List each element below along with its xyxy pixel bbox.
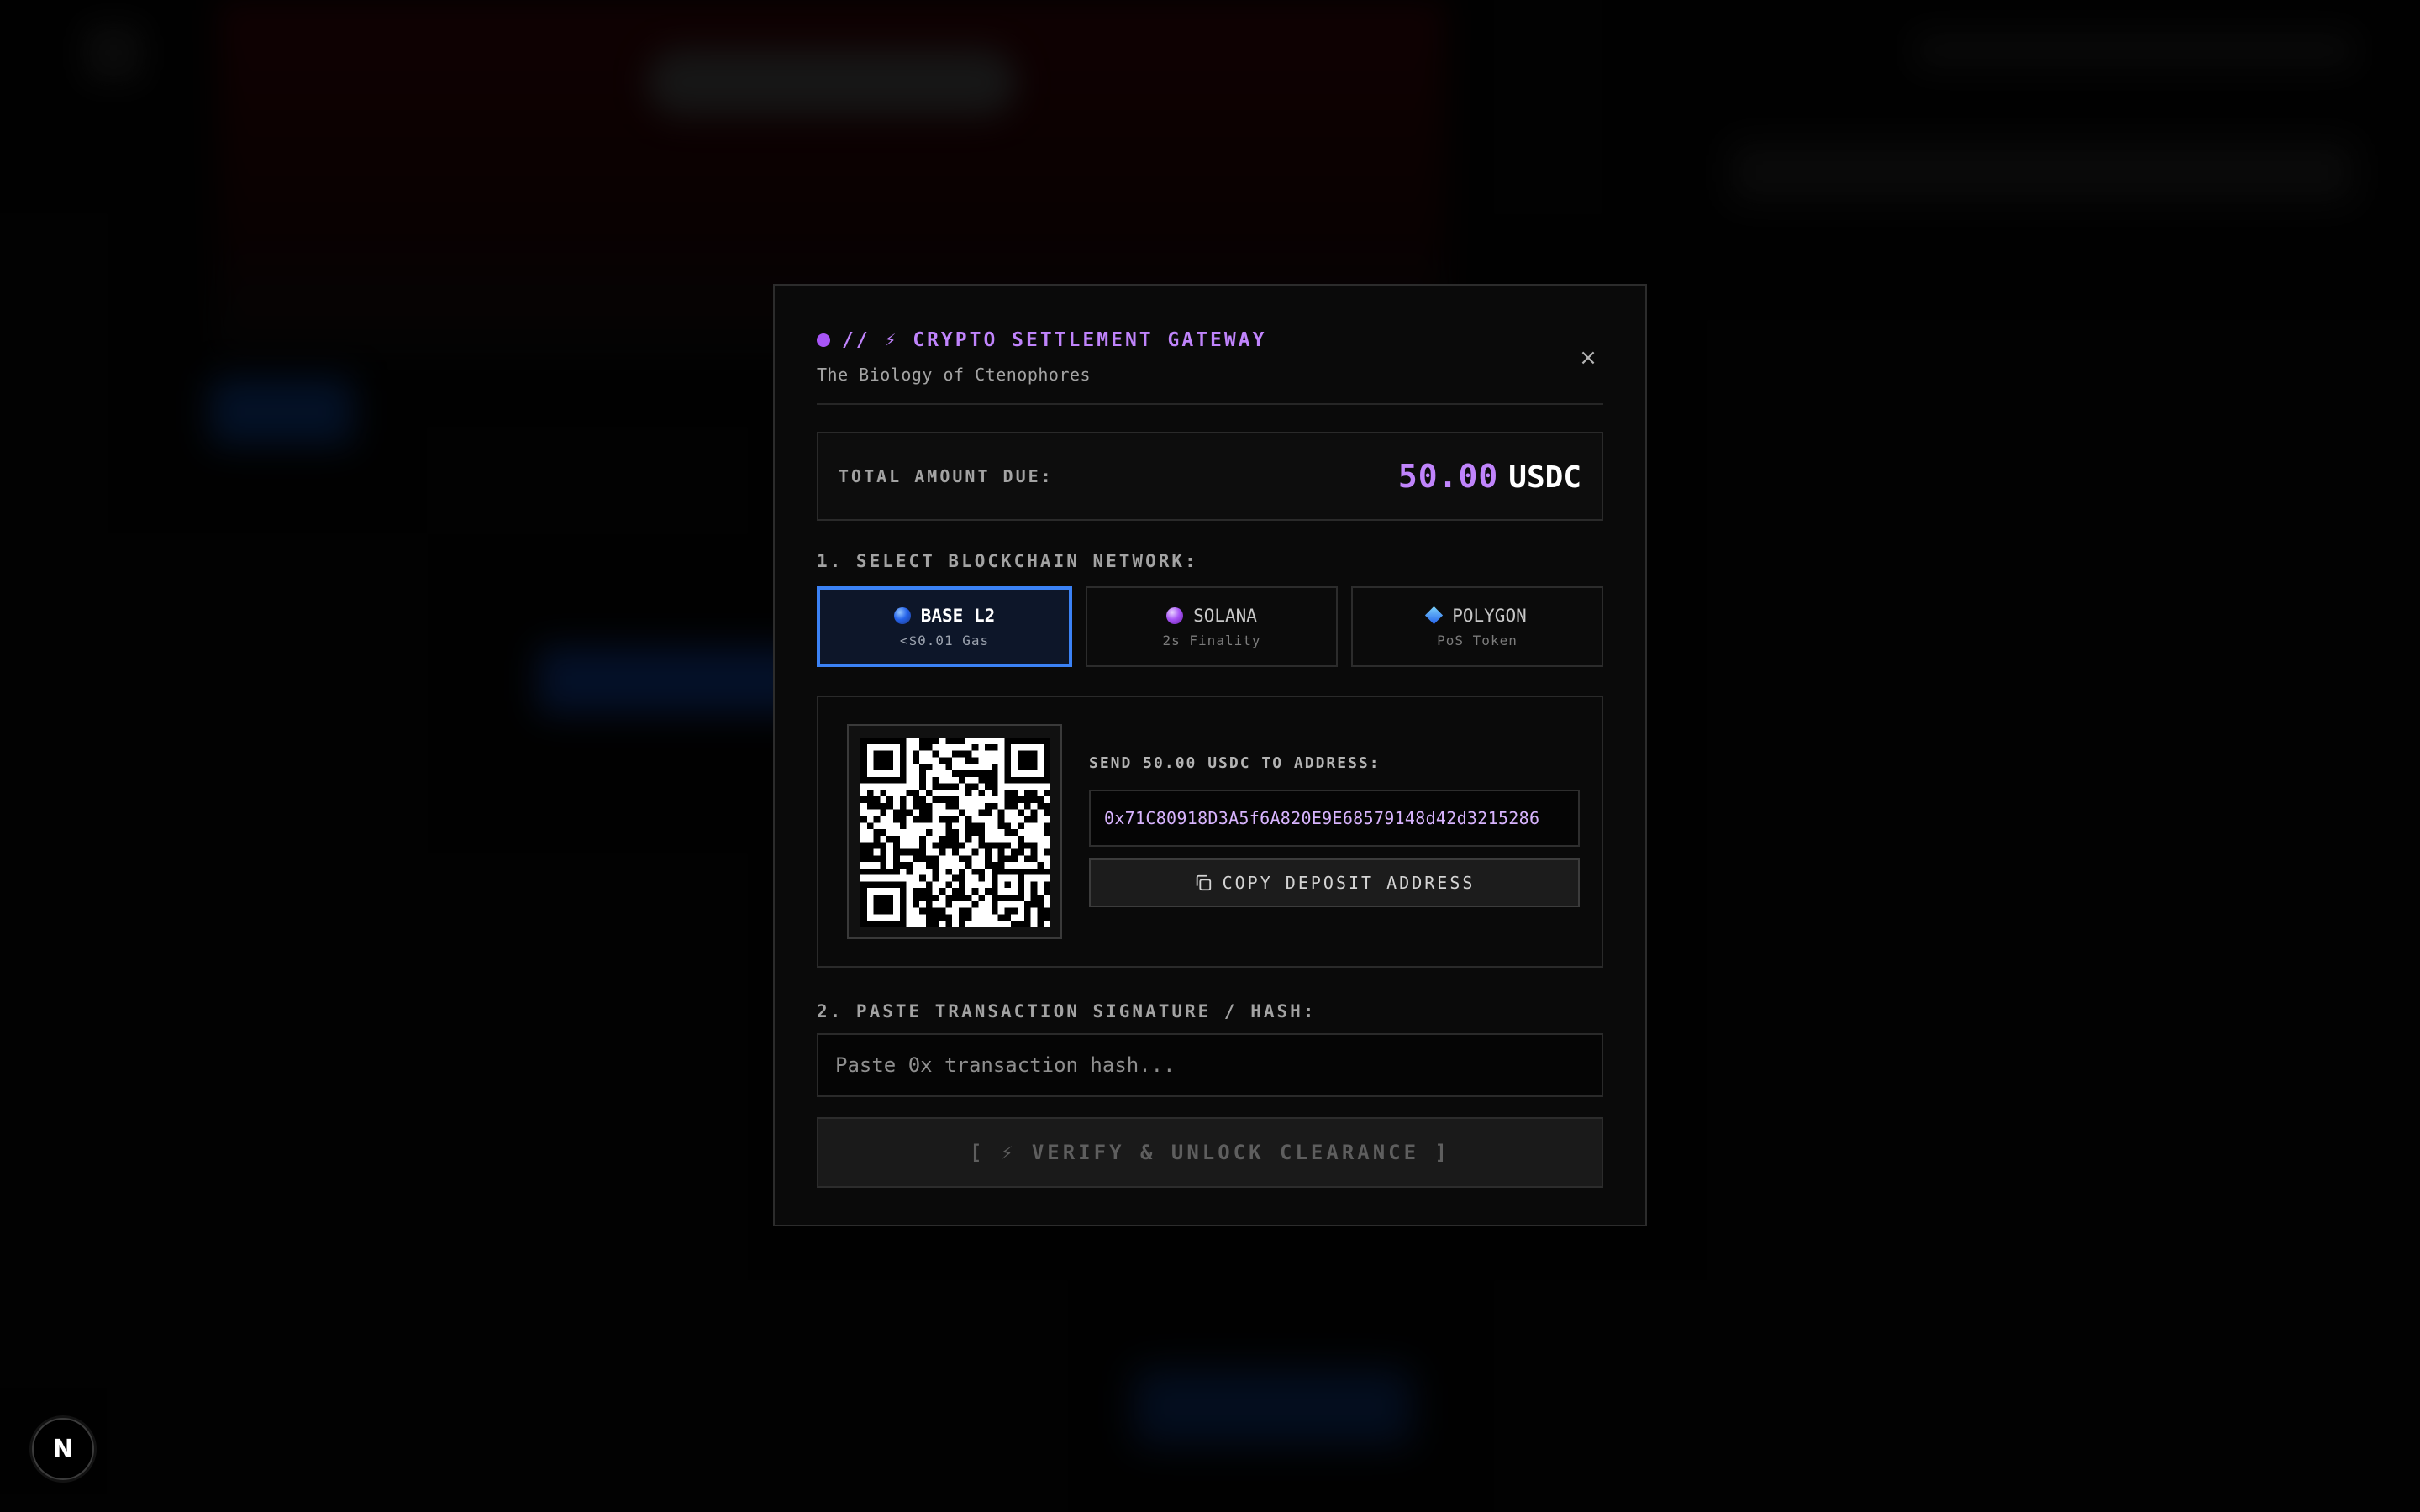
network-detail: <$0.01 Gas	[899, 632, 990, 648]
verify-unlock-label: [ ⚡ VERIFY & UNLOCK CLEARANCE ]	[970, 1141, 1450, 1164]
qr-code-frame	[847, 724, 1062, 939]
hash-section-label: 2. PASTE TRANSACTION SIGNATURE / HASH:	[817, 1001, 1317, 1021]
nextjs-logo-icon: N	[52, 1434, 74, 1464]
network-option-base[interactable]: BASE L2 <$0.01 Gas	[817, 586, 1072, 667]
network-detail: 2s Finality	[1162, 632, 1261, 648]
deposit-panel: SEND 50.00 USDC TO ADDRESS: 0x71C80918D3…	[817, 696, 1603, 968]
crypto-payment-modal: // ⚡ CRYPTO SETTLEMENT GATEWAY The Biolo…	[773, 284, 1647, 1226]
status-dot-icon	[817, 333, 830, 347]
close-button[interactable]: ×	[1573, 343, 1603, 373]
transaction-hash-input[interactable]	[817, 1033, 1603, 1097]
header-divider	[817, 403, 1603, 405]
total-amount-panel: TOTAL AMOUNT DUE: 50.00 USDC	[817, 432, 1603, 521]
modal-subtitle: The Biology of Ctenophores	[817, 365, 1092, 385]
purple-orb-icon	[1166, 606, 1184, 624]
qr-code-icon	[860, 738, 1050, 927]
total-amount-label: TOTAL AMOUNT DUE:	[839, 466, 1054, 486]
deposit-address-field[interactable]: 0x71C80918D3A5f6A820E9E68579148d42d32152…	[1089, 790, 1580, 847]
blue-diamond-icon	[1425, 606, 1444, 625]
network-detail: PoS Token	[1437, 632, 1518, 648]
close-icon: ×	[1579, 345, 1597, 370]
blue-orb-icon	[893, 606, 911, 624]
amount-currency: USDC	[1508, 460, 1581, 495]
nextjs-dev-badge[interactable]: N	[32, 1418, 94, 1480]
network-name: BASE L2	[920, 605, 996, 626]
modal-title: // ⚡ CRYPTO SETTLEMENT GATEWAY	[842, 329, 1267, 351]
amount-value: 50.00	[1397, 458, 1499, 495]
verify-unlock-button[interactable]: [ ⚡ VERIFY & UNLOCK CLEARANCE ]	[817, 1117, 1603, 1188]
total-amount: 50.00 USDC	[1398, 458, 1581, 495]
copy-address-label: COPY DEPOSIT ADDRESS	[1222, 873, 1476, 893]
network-option-polygon[interactable]: POLYGON PoS Token	[1351, 586, 1603, 667]
deposit-address: 0x71C80918D3A5f6A820E9E68579148d42d32152…	[1104, 808, 1540, 828]
copy-address-button[interactable]: COPY DEPOSIT ADDRESS	[1089, 858, 1580, 907]
copy-icon	[1196, 874, 1211, 891]
network-name: SOLANA	[1193, 605, 1257, 626]
network-name: POLYGON	[1452, 605, 1527, 626]
send-instruction: SEND 50.00 USDC TO ADDRESS:	[1089, 754, 1381, 772]
network-selector: BASE L2 <$0.01 Gas SOLANA 2s Finality PO…	[817, 586, 1603, 667]
modal-header: // ⚡ CRYPTO SETTLEMENT GATEWAY The Biolo…	[817, 328, 1603, 402]
network-option-solana[interactable]: SOLANA 2s Finality	[1086, 586, 1338, 667]
network-section-label: 1. SELECT BLOCKCHAIN NETWORK:	[817, 551, 1198, 571]
